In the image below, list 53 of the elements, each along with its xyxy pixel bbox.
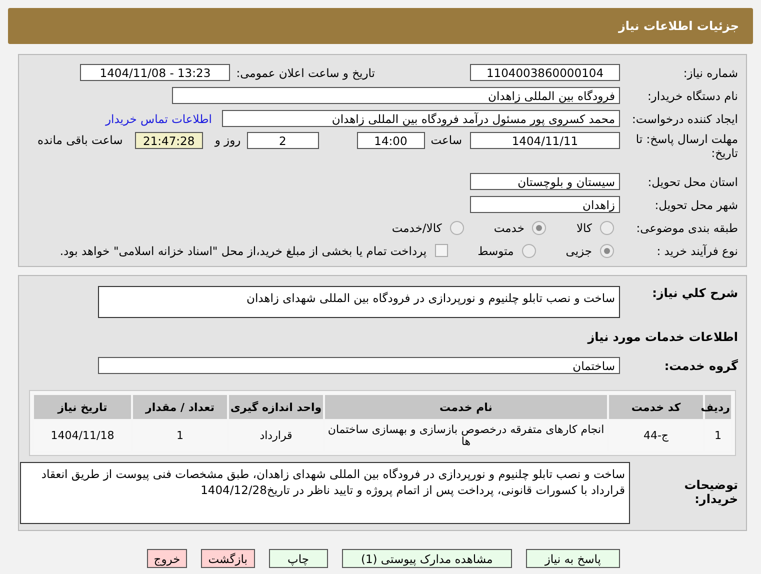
action-button[interactable]: خروج [146, 549, 188, 568]
field-label: شهر محل تحویل: [654, 198, 739, 212]
field-label: مهلت ارسال پاسخ: تا تاریخ: [634, 132, 739, 160]
days-label: روز و [214, 132, 241, 149]
checkbox[interactable] [434, 244, 448, 257]
text-field[interactable]: سیستان و بلوچستان [470, 173, 620, 190]
column-header: نام خدمت [325, 395, 607, 419]
field-label: استان محل تحویل: [646, 174, 739, 188]
action-button[interactable]: مشاهده مدارک پیوستی (1) [342, 549, 512, 568]
column-header: کد خدمت [609, 395, 703, 419]
field-label: نام دستگاه خریدار: [646, 88, 739, 102]
field-label: شرح کلي نياز: [651, 286, 739, 300]
time-label: ساعت [430, 132, 462, 149]
field-label: شماره نیاز: [682, 66, 739, 80]
field-label: طبقه بندی موضوعی: [635, 220, 739, 234]
text-field[interactable]: 1104003860000104 [470, 64, 620, 81]
contact-link[interactable]: اطلاعات تماس خریدار [105, 112, 212, 126]
text-field[interactable]: ساختمان [98, 357, 620, 374]
radio-button[interactable] [450, 220, 464, 234]
field-label: نوع فرآیند خرید : [656, 244, 739, 258]
option-label: خدمت [494, 220, 524, 234]
radio-button[interactable] [600, 220, 614, 234]
radio-button[interactable] [600, 244, 614, 258]
option-label: کالا [576, 220, 592, 234]
column-header: تاریخ نیاز [34, 395, 131, 419]
text-field[interactable]: محمد کسروی پور مسئول درآمد فرودگاه بین المللی زاهدان [222, 110, 620, 127]
text-field[interactable]: زاهدان [470, 196, 620, 213]
remaining-label: ساعت باقی مانده [38, 132, 123, 149]
radio-button[interactable] [532, 220, 546, 234]
action-button[interactable]: چاپ [268, 549, 328, 568]
text-field[interactable]: 2 [246, 132, 319, 149]
action-button[interactable]: بازگشت [201, 549, 254, 568]
action-button[interactable]: پاسخ به نیاز [526, 549, 620, 568]
checkbox-label: پرداخت تمام یا بخشی از مبلغ خرید،از محل "اسناد خزانه اسلامی" خواهد بود. [60, 244, 427, 258]
column-header: واحد اندازه گیری [229, 395, 323, 419]
radio-button[interactable] [522, 244, 536, 258]
countdown-field[interactable]: 21:47:28 [134, 132, 203, 149]
field-label: گروه خدمت: [663, 358, 739, 372]
option-label: متوسط [478, 244, 514, 258]
section-title: اطلاعات خدمات مورد نياز [586, 329, 739, 346]
field-label: تاریخ و ساعت اعلان عمومی: [236, 66, 375, 80]
text-field[interactable]: فرودگاه بین المللی زاهدان [172, 87, 620, 104]
window-title: جزئیات اطلاعات نیاز [8, 8, 753, 44]
option-label: جزیی [566, 244, 592, 258]
notes-field[interactable]: ساخت و نصب تابلو چلنیوم و نورپردازی در فرودگاه بین المللی شهدای زاهدان، طبق مشخصات فنی پیوست از طریق انعقاد قرارداد با کسورات قانونی، پرداخت پس از اتمام پروژه و تایید ناظر در تاریخ1404/12/28 [20, 462, 630, 524]
text-field[interactable]: 14:00 [356, 132, 425, 149]
column-header: تعداد / مقدار [133, 395, 227, 419]
text-field[interactable]: 1404/11/11 [470, 132, 620, 149]
field-label: توضیحات خریدار: [683, 477, 739, 506]
option-label: کالا/خدمت [392, 220, 442, 234]
text-field[interactable]: 1404/11/08 - 13:23 [80, 64, 230, 81]
field-label: ایجاد کننده درخواست: [631, 112, 739, 126]
description-field[interactable]: ساخت و نصب تابلو چلنیوم و نورپردازی در فرودگاه بین المللی شهدای زاهدان [98, 286, 620, 318]
